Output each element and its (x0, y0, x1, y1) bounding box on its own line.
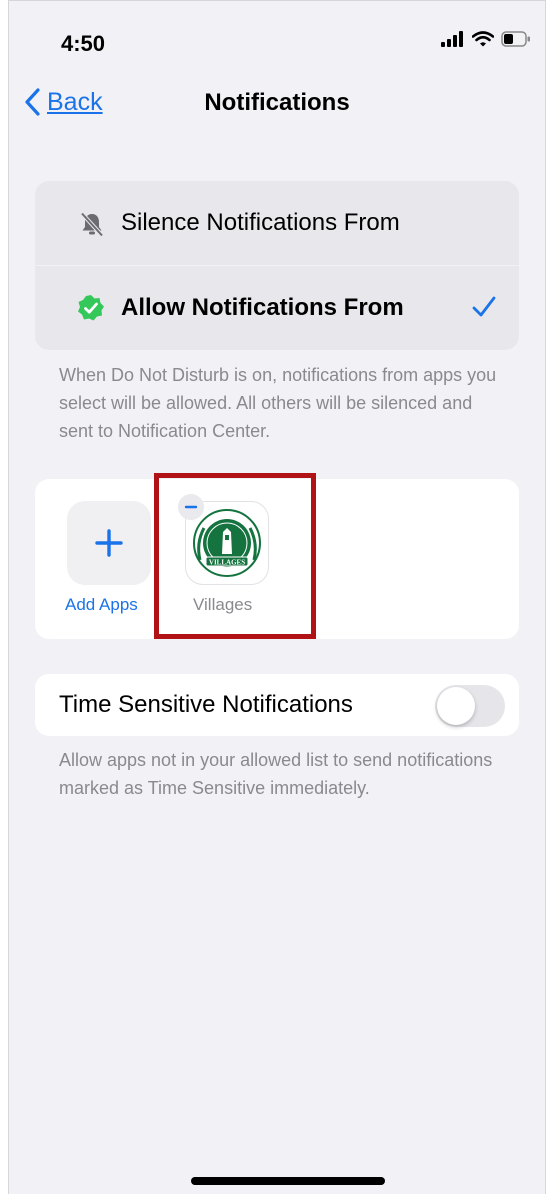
time-sensitive-row: Time Sensitive Notifications (35, 674, 519, 736)
time-sensitive-footnote: Allow apps not in your allowed list to s… (59, 750, 493, 798)
signal-bars-icon (441, 31, 463, 47)
options-footnote: When Do Not Disturb is on, notifications… (59, 365, 497, 441)
status-icons (441, 31, 531, 47)
navigation-bar: Back Notifications (9, 81, 545, 129)
status-time: 4:50 (61, 31, 106, 56)
add-apps-button[interactable]: Add Apps (65, 501, 151, 614)
silence-option-label: Silence Notifications From (121, 209, 400, 236)
page-title: Notifications (204, 89, 350, 116)
silence-notifications-option[interactable]: Silence Notifications From (35, 181, 519, 265)
home-indicator[interactable] (191, 1177, 385, 1185)
plus-icon (95, 529, 123, 557)
battery-icon (501, 31, 530, 47)
phone-screen: 4:50 Back Notifications Silence Notifica… (8, 0, 546, 1194)
time-sensitive-toggle[interactable] (435, 685, 505, 727)
allow-notifications-option[interactable]: Allow Notifications From (35, 266, 519, 350)
add-apps-tile (67, 501, 151, 585)
wifi-icon (472, 31, 494, 47)
bell-slash-icon (80, 212, 104, 237)
toggle-knob (437, 687, 475, 725)
checkmark-icon (472, 296, 496, 317)
checkmark-seal-icon (78, 295, 104, 321)
highlight-box (154, 473, 316, 639)
add-apps-label: Add Apps (65, 595, 138, 614)
time-sensitive-label: Time Sensitive Notifications (59, 691, 353, 718)
status-bar: 4:50 (9, 1, 545, 81)
notification-mode-options: Silence Notifications From Allow Notific… (35, 181, 519, 350)
allow-option-label: Allow Notifications From (121, 294, 404, 321)
